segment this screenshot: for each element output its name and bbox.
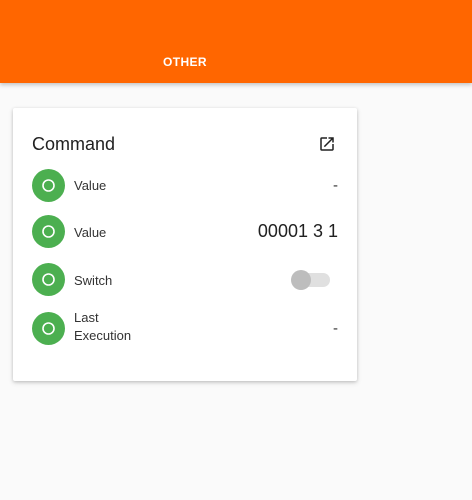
tab-other[interactable]: OTHER (150, 48, 220, 76)
circle-icon (32, 215, 65, 248)
toggle-thumb (291, 270, 311, 290)
row-label: Last Execution (74, 309, 131, 345)
entity-row-value-2[interactable]: Value 00001 3 1 (32, 215, 338, 249)
row-label: Value (74, 225, 107, 240)
card-title: Command (32, 134, 116, 154)
row-label: Switch (74, 273, 113, 288)
circle-icon (32, 263, 65, 296)
entity-row-last-execution[interactable]: Last Execution - (32, 309, 338, 348)
row-value: - (333, 320, 338, 337)
circle-icon (32, 169, 65, 202)
row-value: - (333, 177, 338, 194)
open-in-new-icon[interactable] (318, 135, 336, 153)
row-label-line-1: Last (74, 310, 99, 325)
circle-icon (32, 312, 65, 345)
switch-toggle[interactable] (291, 270, 330, 290)
entity-row-value-1[interactable]: Value - (32, 169, 338, 203)
row-label: Value (74, 178, 107, 193)
row-value: 00001 3 1 (257, 221, 338, 241)
row-label-line-2: Execution (74, 328, 132, 343)
command-card: Command Value - Value 00001 3 1 Switch L… (13, 108, 357, 381)
app-header: OTHER (0, 0, 472, 83)
entity-row-switch[interactable]: Switch (32, 263, 338, 297)
